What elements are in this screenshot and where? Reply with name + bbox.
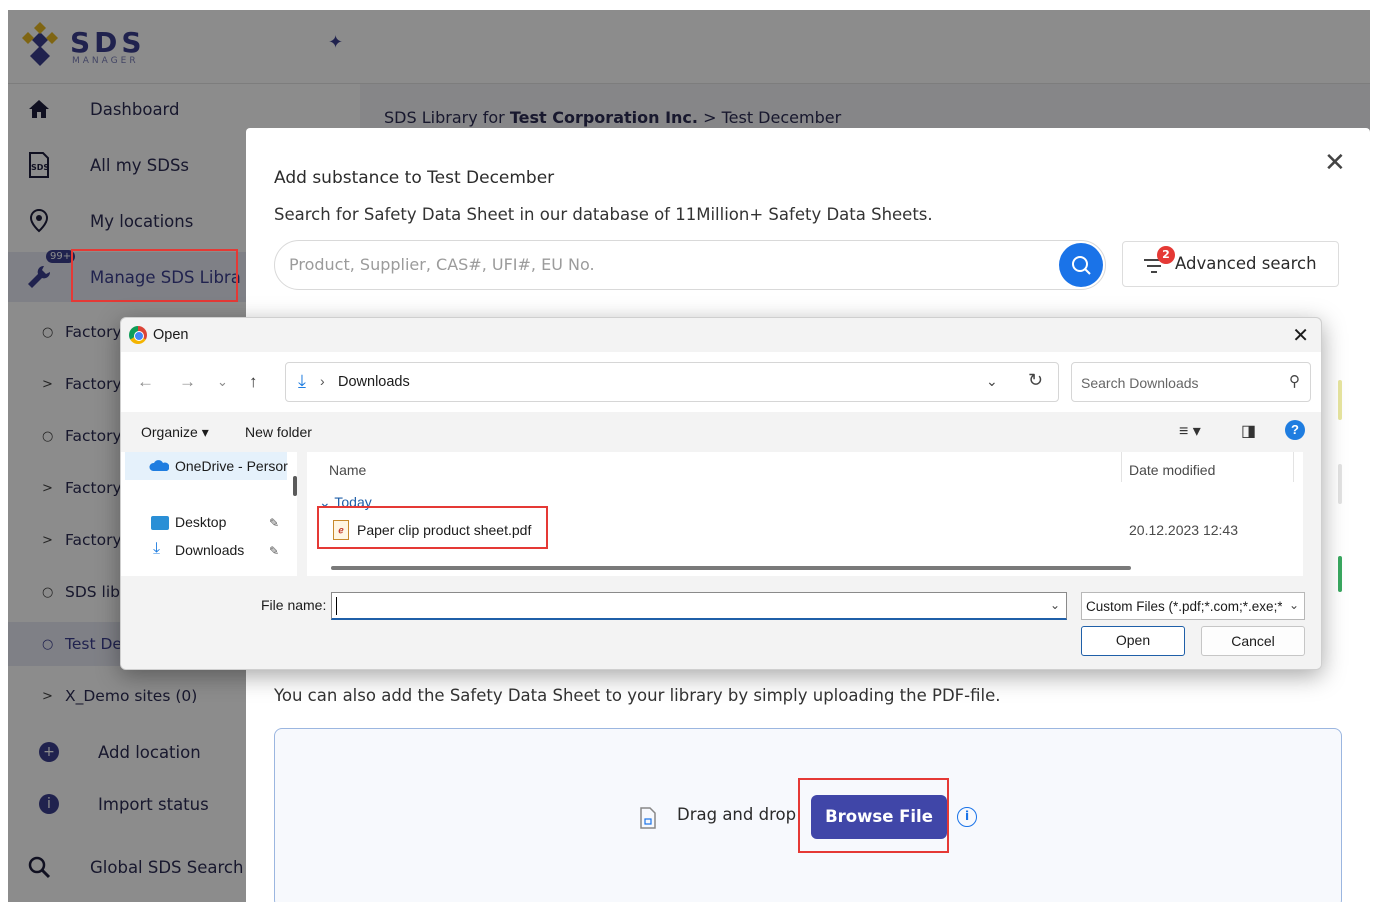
result-edge bbox=[1338, 464, 1342, 504]
filter-count-badge: 2 bbox=[1157, 246, 1175, 264]
organize-button[interactable]: Organize ▾ bbox=[141, 424, 209, 441]
chevron-down-icon[interactable]: ⌄ bbox=[986, 373, 998, 390]
column-header-date[interactable]: Date modified bbox=[1129, 462, 1215, 478]
chrome-icon bbox=[129, 326, 147, 344]
onedrive-cloud-icon bbox=[149, 460, 169, 471]
close-icon[interactable]: ✕ bbox=[1324, 148, 1346, 178]
cancel-button[interactable]: Cancel bbox=[1201, 626, 1305, 656]
dialog-navbar: ← → ⌄ ↑ ⤓ › Downloads ⌄ ↻ Search Downloa… bbox=[121, 352, 1321, 412]
desktop-folder-icon bbox=[151, 516, 169, 530]
search-icon bbox=[1072, 256, 1091, 275]
info-icon[interactable]: i bbox=[957, 807, 977, 827]
file-upload-icon bbox=[640, 807, 656, 829]
preview-pane-icon[interactable]: ◨ bbox=[1241, 421, 1256, 441]
highlight-box bbox=[71, 249, 238, 302]
pin-icon: ✎ bbox=[269, 544, 280, 558]
advanced-search-label: Advanced search bbox=[1175, 254, 1317, 273]
forward-arrow-icon[interactable]: → bbox=[179, 372, 196, 392]
file-date: 20.12.2023 12:43 bbox=[1129, 522, 1238, 538]
up-arrow-icon[interactable]: ↑ bbox=[249, 372, 258, 392]
path-separator-icon: › bbox=[320, 373, 325, 389]
tree-item-downloads[interactable]: Downloads bbox=[175, 542, 244, 558]
column-divider[interactable] bbox=[1293, 452, 1294, 482]
search-icon: ⚲ bbox=[1289, 373, 1300, 390]
modal-title: Add substance to Test December bbox=[274, 168, 555, 188]
new-folder-button[interactable]: New folder bbox=[245, 424, 312, 440]
tree-item-onedrive[interactable]: OneDrive - Persor bbox=[175, 458, 288, 474]
tree-item-desktop[interactable]: Desktop bbox=[175, 514, 226, 530]
downloads-arrow-icon: ⤓ bbox=[153, 540, 161, 557]
address-bar[interactable]: ⤓ › Downloads ⌄ ↻ bbox=[285, 362, 1059, 402]
text-caret bbox=[336, 597, 337, 615]
modal-subtitle: Search for Safety Data Sheet in our data… bbox=[274, 205, 933, 224]
sds-search-input[interactable]: Product, Supplier, CAS#, UFI#, EU No. bbox=[274, 240, 1106, 290]
navigation-pane: OneDrive - Persor Desktop ✎ ⤓ Downloads … bbox=[121, 452, 297, 576]
refresh-icon[interactable]: ↻ bbox=[1028, 370, 1043, 391]
chevron-down-icon[interactable]: ⌄ bbox=[1050, 598, 1060, 612]
search-placeholder: Product, Supplier, CAS#, UFI#, EU No. bbox=[289, 255, 595, 274]
file-type-select[interactable]: Custom Files (*.pdf;*.com;*.exe;* ⌄ bbox=[1081, 592, 1305, 620]
open-button[interactable]: Open bbox=[1081, 626, 1185, 656]
back-arrow-icon[interactable]: ← bbox=[137, 372, 154, 392]
help-icon[interactable]: ? bbox=[1285, 420, 1305, 440]
result-edge bbox=[1338, 380, 1342, 420]
search-placeholder: Search Downloads bbox=[1081, 375, 1199, 391]
horizontal-scrollbar[interactable] bbox=[331, 566, 1131, 570]
search-button[interactable] bbox=[1059, 243, 1103, 287]
drag-and-drop-label: Drag and drop bbox=[677, 805, 797, 824]
advanced-search-button[interactable]: 2 Advanced search bbox=[1122, 241, 1339, 287]
file-name-input[interactable]: ⌄ bbox=[331, 592, 1067, 620]
search-downloads-input[interactable]: Search Downloads ⚲ bbox=[1071, 362, 1311, 402]
highlight-box bbox=[317, 506, 548, 549]
recent-chevron-icon[interactable]: ⌄ bbox=[217, 374, 228, 390]
dialog-title: Open bbox=[153, 327, 189, 343]
dialog-footer: File name: ⌄ Custom Files (*.pdf;*.com;*… bbox=[121, 576, 1321, 669]
result-edge bbox=[1338, 556, 1342, 592]
highlight-box bbox=[798, 778, 949, 853]
close-icon[interactable]: ✕ bbox=[1292, 323, 1309, 348]
chevron-down-icon: ⌄ bbox=[1288, 598, 1299, 612]
column-header-name[interactable]: Name bbox=[329, 462, 366, 478]
dialog-titlebar: Open ✕ bbox=[121, 318, 1321, 352]
file-open-dialog: Open ✕ ← → ⌄ ↑ ⤓ › Downloads ⌄ ↻ Search … bbox=[120, 317, 1322, 670]
column-divider[interactable] bbox=[1121, 452, 1122, 482]
upload-hint: You can also add the Safety Data Sheet t… bbox=[274, 686, 1001, 705]
file-type-value: Custom Files (*.pdf;*.com;*.exe;* bbox=[1086, 599, 1282, 614]
pin-icon: ✎ bbox=[269, 516, 280, 530]
view-options-icon[interactable]: ≡ ▾ bbox=[1179, 421, 1201, 441]
file-name-label: File name: bbox=[261, 597, 327, 613]
address-path: Downloads bbox=[338, 374, 410, 390]
download-icon: ⤓ bbox=[298, 371, 306, 391]
dialog-command-bar: Organize ▾ New folder ≡ ▾ ◨ ? bbox=[121, 412, 1321, 452]
scrollbar[interactable] bbox=[293, 476, 297, 496]
